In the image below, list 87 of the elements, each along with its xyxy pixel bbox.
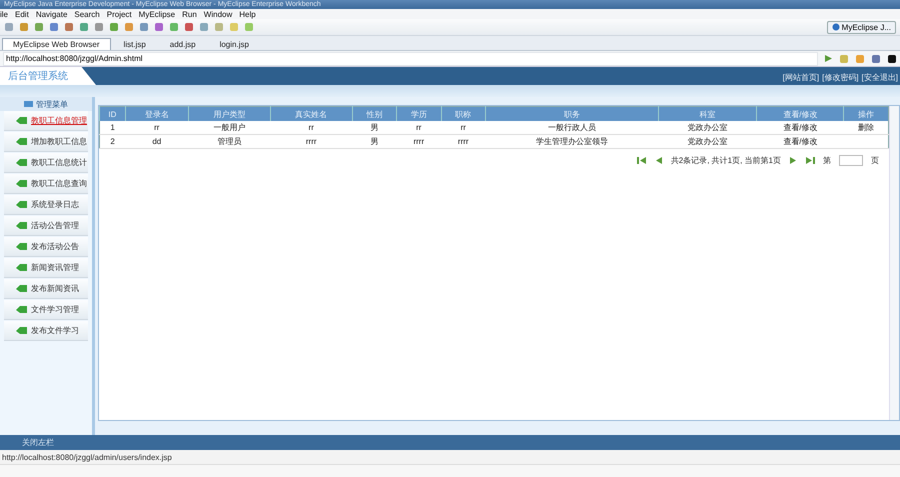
- header-link[interactable]: [网站首页]: [782, 72, 820, 83]
- address-field[interactable]: http://localhost:8080/jzggl/Admin.shtml: [3, 52, 818, 66]
- menu-item[interactable]: Search: [74, 10, 100, 18]
- column-header: 性别: [352, 106, 397, 121]
- column-header: 用户类型: [188, 106, 270, 121]
- table-cell: rrrr: [396, 134, 442, 148]
- go-icon[interactable]: [824, 55, 833, 62]
- menu-item[interactable]: Edit: [15, 10, 29, 18]
- sidebar-item[interactable]: 新闻资讯管理: [4, 258, 88, 278]
- menu-item[interactable]: Window: [204, 10, 232, 18]
- menu-icon: [24, 100, 33, 108]
- leaf-icon: [16, 200, 27, 208]
- leaf-icon: [16, 116, 27, 124]
- column-header: 查看/修改: [756, 106, 844, 121]
- leaf-icon: [16, 180, 27, 188]
- table-cell: 男: [352, 121, 397, 134]
- header-link[interactable]: [修改密码]: [822, 72, 859, 83]
- table-cell: rr: [270, 121, 352, 134]
- table-cell: 查看/修改: [756, 121, 844, 134]
- leaf-icon: [16, 284, 27, 292]
- editor-tab[interactable]: list.jsp: [112, 38, 157, 50]
- leaf-icon: [16, 158, 27, 166]
- first-page-icon[interactable]: [636, 157, 646, 164]
- column-header: 职务: [485, 106, 659, 121]
- header-title: 后台管理系统: [0, 67, 96, 85]
- sidebar-item[interactable]: 教职工信息管理: [4, 111, 88, 131]
- leaf-icon: [16, 242, 27, 250]
- table-cell: 男: [352, 134, 397, 148]
- page-label: 第: [823, 155, 831, 166]
- sidebar-item[interactable]: 活动公告管理: [4, 216, 88, 236]
- table-cell: rr: [125, 121, 188, 134]
- table-cell: 1: [100, 121, 126, 134]
- sidebar-title-text: 管理菜单: [36, 98, 68, 110]
- pagination-summary: 共2条记录, 共计1页, 当前第1页: [670, 155, 781, 166]
- leaf-icon: [16, 222, 27, 230]
- column-header: 操作: [844, 106, 888, 121]
- previous-page-icon[interactable]: [654, 157, 663, 164]
- menu-item[interactable]: Help: [239, 10, 256, 18]
- page-input[interactable]: [839, 155, 863, 166]
- sidebar-item[interactable]: 增加教职工信息: [4, 132, 88, 152]
- toggle-sidebar-link[interactable]: 关闭左栏: [22, 437, 54, 448]
- sidebar-item[interactable]: 发布新闻资讯: [4, 279, 88, 299]
- leaf-icon: [16, 264, 27, 272]
- sidebar-item[interactable]: 文件学习管理: [4, 300, 88, 320]
- sidebar-item[interactable]: 系统登录日志: [4, 195, 88, 215]
- last-page-icon[interactable]: [806, 157, 815, 164]
- table-cell: rr: [441, 121, 486, 134]
- sidebar-item[interactable]: 教职工信息查询: [4, 174, 88, 194]
- menu-item[interactable]: ile: [0, 10, 8, 18]
- table-cell: 党政办公室: [658, 134, 757, 148]
- scrollbar[interactable]: [889, 106, 899, 420]
- column-header: 登录名: [125, 106, 188, 121]
- table-cell: 管理员: [188, 134, 270, 148]
- table-cell: 党政办公室: [658, 121, 757, 134]
- editor-tab[interactable]: MyEclipse Web Browser: [2, 38, 111, 50]
- table-cell: rrrr: [441, 134, 486, 148]
- column-header: 职称: [441, 106, 486, 121]
- column-header: 真实姓名: [270, 106, 352, 121]
- table-cell: rrrr: [270, 134, 352, 148]
- table-cell: 学生管理办公室领导: [485, 134, 659, 148]
- menu-item[interactable]: Run: [182, 10, 197, 18]
- sidebar-item[interactable]: 教职工信息统计: [4, 153, 88, 173]
- status-url: http://localhost:8080/jzggl/admin/users/index.jsp: [2, 452, 172, 462]
- table-cell: 2: [100, 134, 126, 148]
- page-label: 页: [871, 155, 879, 166]
- sidebar-item[interactable]: 发布文件学习: [4, 321, 88, 341]
- table-cell: 一般行政人员: [485, 121, 659, 134]
- editor-tab[interactable]: login.jsp: [208, 38, 260, 50]
- leaf-icon: [16, 138, 27, 146]
- leaf-icon: [16, 326, 27, 334]
- next-page-icon[interactable]: [789, 157, 798, 164]
- menu-item[interactable]: Project: [106, 10, 132, 18]
- column-header: ID: [100, 106, 126, 121]
- table-cell: dd: [125, 134, 188, 148]
- table-cell: 一般用户: [188, 121, 270, 134]
- globe-icon: [832, 23, 840, 31]
- perspective-button[interactable]: MyEclipse J...: [826, 20, 896, 34]
- leaf-icon: [16, 306, 27, 314]
- column-header: 学历: [396, 106, 442, 121]
- menu-item[interactable]: Navigate: [36, 10, 68, 18]
- header-link[interactable]: [安全退出]: [862, 72, 898, 83]
- table-cell: 查看/修改: [756, 134, 844, 148]
- table-cell: rr: [396, 121, 442, 134]
- editor-tab[interactable]: add.jsp: [158, 38, 207, 50]
- column-header: 科室: [658, 106, 757, 121]
- sidebar-item[interactable]: 发布活动公告: [4, 237, 88, 257]
- menu-item[interactable]: MyEclipse: [138, 10, 176, 18]
